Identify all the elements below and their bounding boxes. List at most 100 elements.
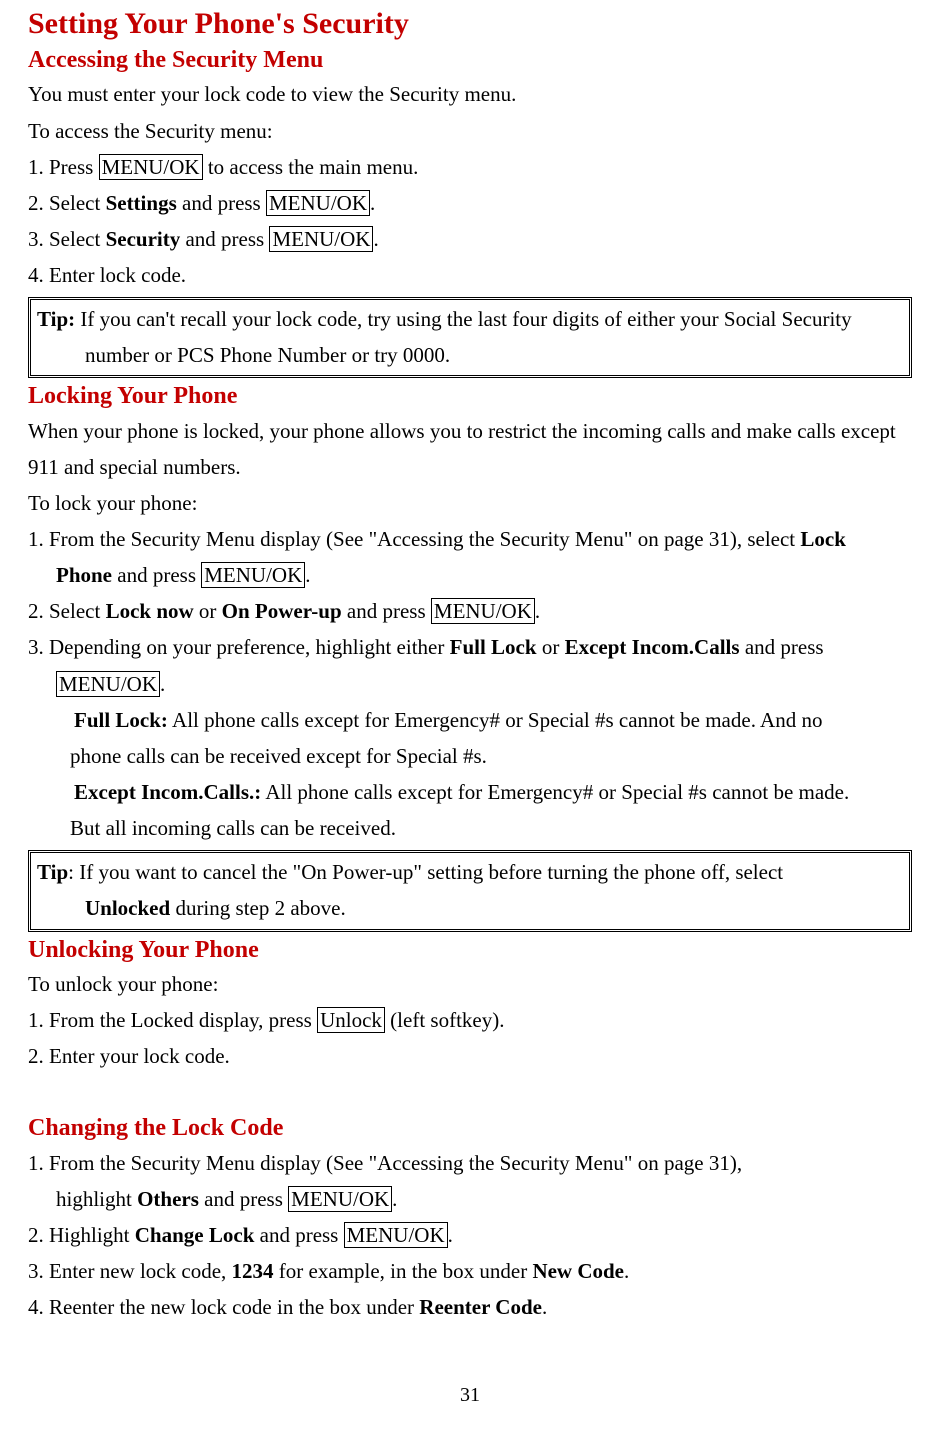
bold-text: Reenter Code bbox=[419, 1295, 542, 1319]
key-menu-ok: MENU/OK bbox=[288, 1186, 392, 1212]
step-line: 4. Reenter the new lock code in the box … bbox=[28, 1289, 912, 1325]
step-line: 2. Enter your lock code. bbox=[28, 1038, 912, 1074]
text: . bbox=[542, 1295, 547, 1319]
text: or bbox=[537, 635, 565, 659]
step-line: 1. Press MENU/OK to access the main menu… bbox=[28, 149, 912, 185]
text: . bbox=[160, 672, 165, 696]
text: to access the main menu. bbox=[203, 155, 419, 179]
bullet-item: Full Lock: All phone calls except for Em… bbox=[28, 702, 912, 738]
key-menu-ok: MENU/OK bbox=[431, 598, 535, 624]
bold-text: New Code bbox=[532, 1259, 624, 1283]
bold-text: Security bbox=[106, 227, 181, 251]
text: . bbox=[448, 1223, 453, 1247]
tip-line: number or PCS Phone Number or try 0000. bbox=[37, 338, 903, 374]
text: for example, in the box under bbox=[274, 1259, 533, 1283]
step-line: 2. Select Settings and press MENU/OK. bbox=[28, 185, 912, 221]
text: and press bbox=[112, 563, 201, 587]
step-line: 1. From the Security Menu display (See "… bbox=[28, 1145, 912, 1181]
bold-text: Unlocked bbox=[85, 896, 170, 920]
bold-text: Phone bbox=[56, 563, 112, 587]
text: 2. Highlight bbox=[28, 1223, 135, 1247]
heading-unlocking-phone: Unlocking Your Phone bbox=[28, 934, 912, 966]
key-menu-ok: MENU/OK bbox=[201, 562, 305, 588]
page-title: Setting Your Phone's Security bbox=[28, 6, 912, 42]
bullet-item: Except Incom.Calls.: All phone calls exc… bbox=[28, 774, 912, 810]
text: All phone calls except for Emergency# or… bbox=[168, 708, 823, 732]
bold-text: Change Lock bbox=[135, 1223, 255, 1247]
key-unlock: Unlock bbox=[317, 1007, 385, 1033]
step-line: 1. From the Security Menu display (See "… bbox=[28, 521, 912, 557]
text: 1. From the Security Menu display (See "… bbox=[28, 527, 800, 551]
tip-line: Tip: If you want to cancel the "On Power… bbox=[37, 855, 903, 891]
text: : If you want to cancel the "On Power-up… bbox=[68, 860, 783, 884]
step-line: 3. Enter new lock code, 1234 for example… bbox=[28, 1253, 912, 1289]
text: during step 2 above. bbox=[170, 896, 346, 920]
text: . bbox=[392, 1187, 397, 1211]
key-menu-ok: MENU/OK bbox=[56, 671, 160, 697]
step-line: 2. Highlight Change Lock and press MENU/… bbox=[28, 1217, 912, 1253]
text: 1. Press bbox=[28, 155, 99, 179]
text: . bbox=[373, 227, 378, 251]
tip-label: Tip: bbox=[37, 307, 75, 331]
bold-text: Lock now bbox=[106, 599, 194, 623]
text: and press bbox=[740, 635, 824, 659]
text: 3. Select bbox=[28, 227, 106, 251]
body-text: You must enter your lock code to view th… bbox=[28, 76, 912, 112]
text: If you can't recall your lock code, try … bbox=[75, 307, 852, 331]
text: and press bbox=[254, 1223, 343, 1247]
bold-text: Except Incom.Calls bbox=[565, 635, 740, 659]
step-line: 3. Depending on your preference, highlig… bbox=[28, 629, 912, 665]
bold-text: Settings bbox=[106, 191, 177, 215]
bold-text: Except Incom.Calls.: bbox=[74, 780, 261, 804]
bold-text: On Power-up bbox=[222, 599, 342, 623]
text: 2. Select bbox=[28, 191, 106, 215]
text: 4. Reenter the new lock code in the box … bbox=[28, 1295, 419, 1319]
text: 1. From the Locked display, press bbox=[28, 1008, 317, 1032]
page-number: 31 bbox=[0, 1378, 940, 1413]
key-menu-ok: MENU/OK bbox=[344, 1222, 448, 1248]
text: . bbox=[624, 1259, 629, 1283]
bullet-continuation: But all incoming calls can be received. bbox=[28, 810, 912, 846]
spacer bbox=[28, 1074, 912, 1110]
heading-locking-phone: Locking Your Phone bbox=[28, 380, 912, 412]
body-text: To access the Security menu: bbox=[28, 113, 912, 149]
text: 3. Depending on your preference, highlig… bbox=[28, 635, 450, 659]
tip-line: Unlocked during step 2 above. bbox=[37, 891, 903, 927]
text: 3. Enter new lock code, bbox=[28, 1259, 232, 1283]
text: Except Incom.Calls.: All phone calls exc… bbox=[74, 774, 849, 810]
heading-changing-lock-code: Changing the Lock Code bbox=[28, 1112, 912, 1144]
step-continuation: highlight Others and press MENU/OK. bbox=[28, 1181, 912, 1217]
text: or bbox=[194, 599, 222, 623]
step-continuation: Phone and press MENU/OK. bbox=[28, 557, 912, 593]
text: and press bbox=[199, 1187, 288, 1211]
bold-text: Others bbox=[137, 1187, 199, 1211]
text: All phone calls except for Emergency# or… bbox=[261, 780, 849, 804]
tip-box: Tip: If you can't recall your lock code,… bbox=[28, 297, 912, 378]
key-menu-ok: MENU/OK bbox=[269, 226, 373, 252]
bold-text: Lock bbox=[800, 527, 846, 551]
tip-line: Tip: If you can't recall your lock code,… bbox=[37, 302, 903, 338]
text: Full Lock: All phone calls except for Em… bbox=[74, 702, 822, 738]
body-text: To unlock your phone: bbox=[28, 966, 912, 1002]
body-text: To lock your phone: bbox=[28, 485, 912, 521]
bold-text: 1234 bbox=[232, 1259, 274, 1283]
key-menu-ok: MENU/OK bbox=[266, 190, 370, 216]
text: and press bbox=[342, 599, 431, 623]
text: and press bbox=[177, 191, 266, 215]
key-menu-ok: MENU/OK bbox=[99, 154, 203, 180]
bullet-continuation: phone calls can be received except for S… bbox=[28, 738, 912, 774]
text: . bbox=[305, 563, 310, 587]
step-line: 3. Select Security and press MENU/OK. bbox=[28, 221, 912, 257]
tip-label: Tip bbox=[37, 860, 68, 884]
tip-box: Tip: If you want to cancel the "On Power… bbox=[28, 850, 912, 931]
step-line: 2. Select Lock now or On Power-up and pr… bbox=[28, 593, 912, 629]
bold-text: Full Lock: bbox=[74, 708, 168, 732]
text: highlight bbox=[56, 1187, 137, 1211]
text: 2. Select bbox=[28, 599, 106, 623]
step-line: 1. From the Locked display, press Unlock… bbox=[28, 1002, 912, 1038]
step-line: 4. Enter lock code. bbox=[28, 257, 912, 293]
step-continuation: MENU/OK. bbox=[28, 666, 912, 702]
bold-text: Full Lock bbox=[450, 635, 537, 659]
body-text: When your phone is locked, your phone al… bbox=[28, 413, 912, 485]
text: . bbox=[535, 599, 540, 623]
